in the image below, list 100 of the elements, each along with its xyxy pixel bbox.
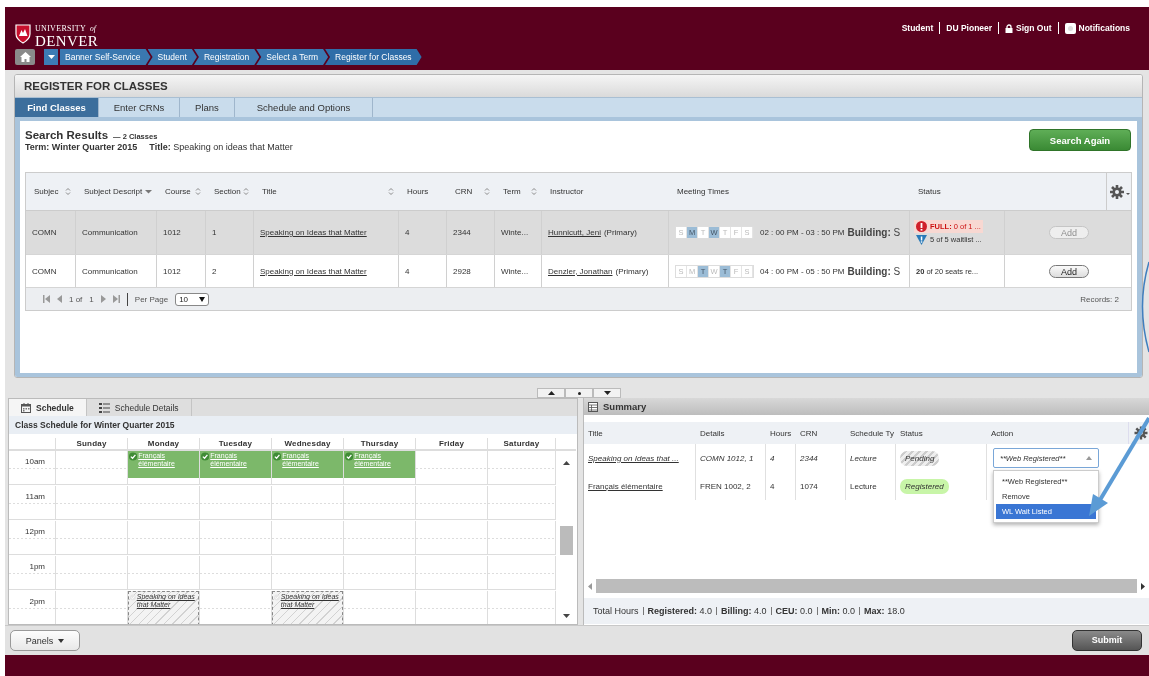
status-badge: Registered [900,478,949,494]
restore-button[interactable] [565,388,593,398]
table-cell: Winte... [501,266,529,276]
instructor-link[interactable]: Denzler, Jonathan [548,266,613,276]
calendar-icon [21,402,31,413]
user-link[interactable]: Sign Out [998,22,1058,34]
column-header: Subjec [34,187,59,196]
column-header: Status [900,428,923,438]
last-page-icon[interactable] [112,295,120,303]
dot-icon [577,391,581,395]
caret-down-icon [199,296,206,302]
table-cell: 2928 [453,266,471,276]
calendar-cell [128,556,200,590]
check-icon [345,452,354,461]
caret-down-icon [603,391,611,395]
table-cell: FREN 1002, 2 [700,481,751,491]
sort-icon[interactable] [388,187,394,196]
sort-icon[interactable] [484,187,490,196]
menu-button[interactable] [44,49,58,65]
calendar-cell [488,556,556,590]
time-label: 1pm [29,562,45,571]
table-cell: 4 [770,453,775,463]
breadcrumb-link[interactable]: Student [147,49,197,65]
table-cell: 1012 [163,228,181,237]
calendar-cell [56,591,128,624]
day-header: Wednesday [284,439,331,448]
breadcrumb-link[interactable]: Register for Classes [325,49,422,65]
breadcrumb-link[interactable]: Registration [193,49,260,65]
instructor-role: (Primary) [603,228,637,237]
scroll-left-icon[interactable] [588,582,592,590]
home-icon [19,52,31,62]
search-again-button[interactable]: Search Again [1029,129,1131,151]
scroll-right-icon[interactable] [1141,582,1145,590]
instructor-link[interactable]: Hunnicutt, Jeni [548,228,601,237]
day-header: Thursday [360,439,399,448]
sort-icon[interactable] [195,187,201,196]
column-header: Instructor [550,187,584,196]
column-header: Subject Descript [84,187,143,196]
column-header: Title [262,187,277,196]
table-cell: 2344 [453,228,471,237]
calendar-cell [128,521,200,555]
collapse-down-button[interactable] [593,388,621,398]
shield-icon [15,23,31,44]
sort-icon[interactable] [531,187,537,196]
course-title-link[interactable]: Speaking on Ideas that ... [588,453,679,463]
per-page-label: Per Page [134,294,169,304]
calendar-cell [488,521,556,555]
caret-down-icon [58,638,65,643]
calendar-cell [56,521,128,555]
user-link[interactable]: Student [895,22,940,34]
breadcrumb-link[interactable]: Select a Term [256,49,329,65]
calendar-cell [344,521,416,555]
panels-button[interactable]: Panels [10,630,80,651]
check-icon [273,452,282,461]
table-cell: Communication [82,228,138,237]
course-title-link[interactable]: Français élémentaire [588,481,663,491]
add-button[interactable]: Add [1049,264,1089,278]
page-total: 1 [89,294,94,304]
tab[interactable]: Find Classes [15,98,99,117]
calendar-cell [416,591,488,624]
column-header: Details [700,428,725,438]
course-title-link[interactable]: Speaking on Ideas that Matter [260,228,367,237]
caret-up-icon [1086,456,1092,460]
settings-icon[interactable] [1134,426,1148,440]
sort-icon[interactable] [65,187,71,196]
calendar-cell [416,451,488,485]
table-cell: COMN [32,228,57,237]
breadcrumb-link[interactable]: Banner Self-Service [60,49,151,65]
first-page-icon[interactable] [43,295,50,303]
sort-down-icon[interactable] [145,189,152,194]
table-cell: Lecture [850,453,877,463]
scroll-up-icon[interactable] [562,461,570,465]
user-link[interactable]: Notifications [1057,22,1136,34]
horizontal-scrollbar[interactable] [596,579,1137,593]
check-icon [274,593,280,602]
column-header: Section [214,187,241,196]
list-icon [98,402,110,413]
per-page-select[interactable]: 10 [175,292,210,306]
column-header: Hours [770,428,792,438]
table-cell: 4 [770,481,775,491]
scroll-down-icon[interactable] [562,614,570,618]
submit-button[interactable]: Submit [1072,630,1142,651]
user-link[interactable]: DU Pioneer [939,22,999,34]
tab[interactable]: Schedule [9,399,87,416]
table-cell: 1012 [163,266,181,276]
home-button[interactable] [15,49,35,65]
course-title-link[interactable]: Speaking on Ideas that Matter [260,266,367,276]
calendar-cell [416,486,488,520]
sort-icon[interactable] [243,187,249,196]
add-button: Add [1049,226,1089,239]
caret-down-icon [47,55,55,59]
search-term: Term: Winter Quarter 2015 [25,142,138,152]
next-page-icon[interactable] [100,295,106,303]
collapse-up-button[interactable] [537,388,565,398]
column-header: Title [588,428,603,438]
scrollbar-thumb[interactable] [560,526,573,555]
table-cell: 4 [405,228,410,237]
previous-page-icon[interactable] [57,295,62,303]
check-icon [201,452,210,461]
instructor-role: (Primary) [615,266,649,276]
